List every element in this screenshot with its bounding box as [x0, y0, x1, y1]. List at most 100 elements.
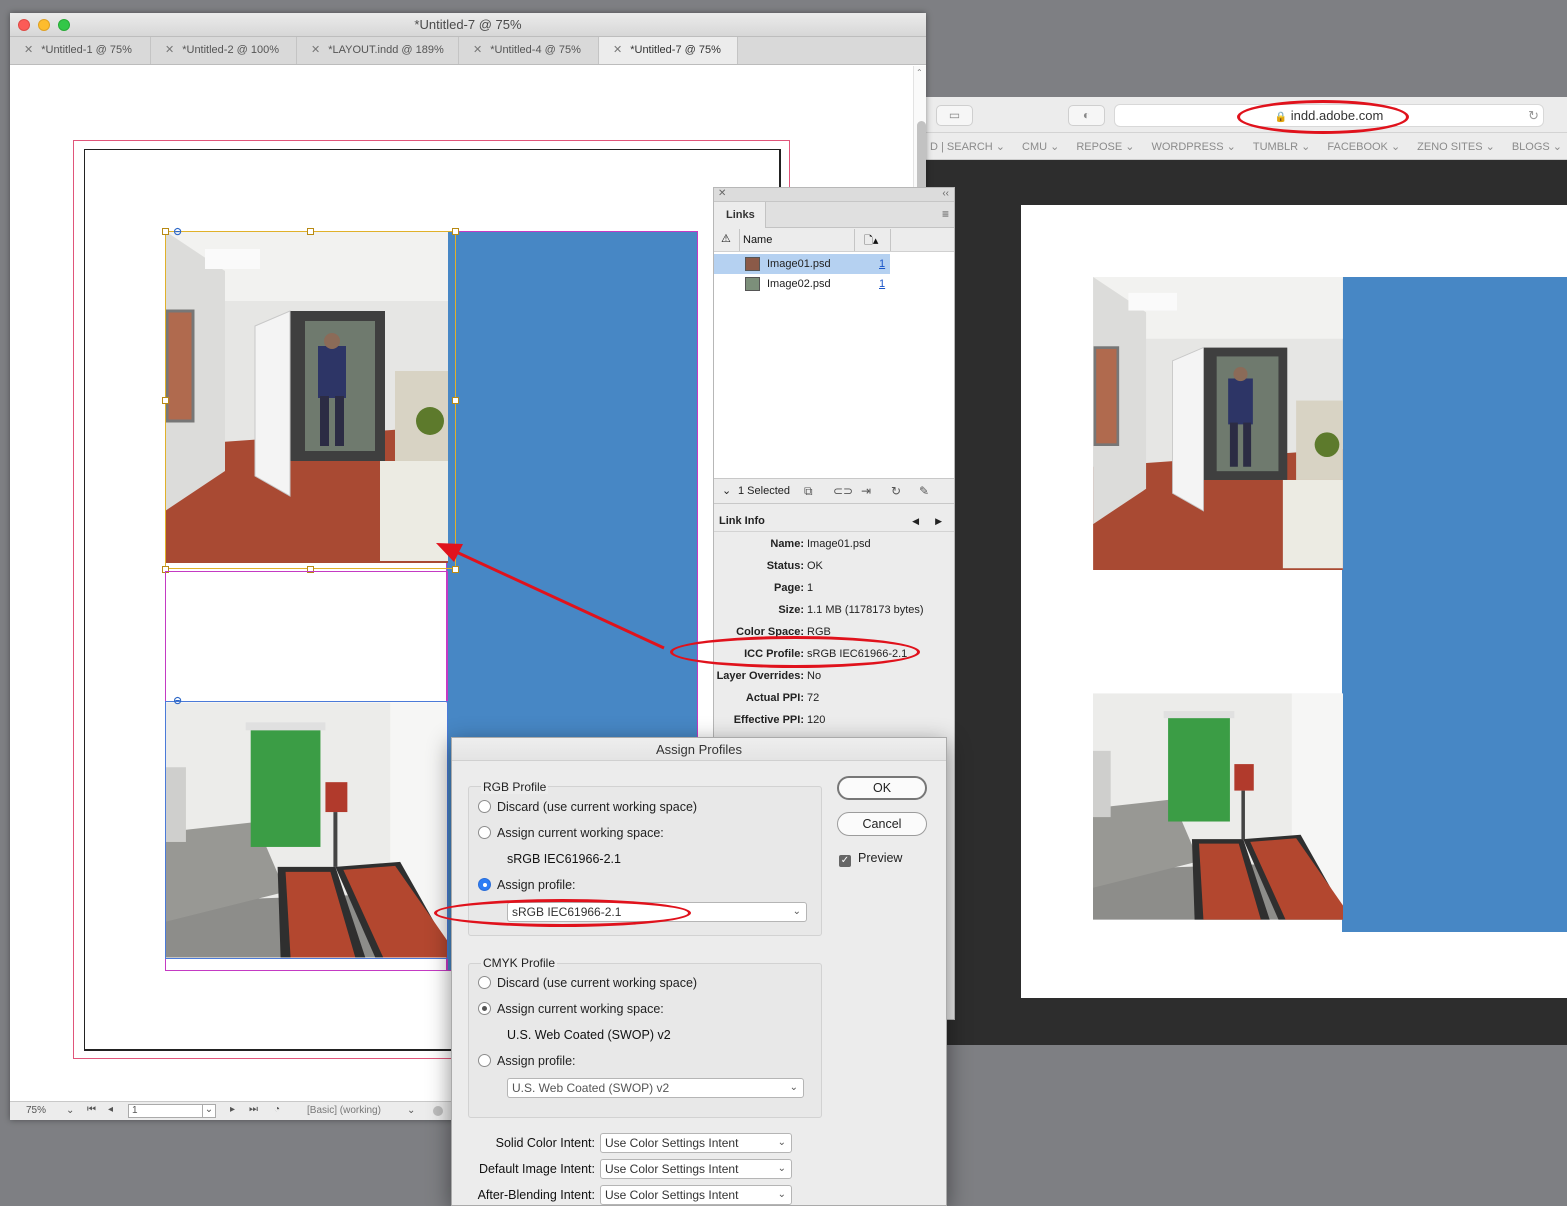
rgb-assign-profile-radio[interactable]: Assign profile:	[478, 878, 576, 892]
close-icon[interactable]: ✕	[473, 44, 482, 56]
scroll-up-icon[interactable]: ⌃	[916, 68, 923, 77]
bookmark-item[interactable]: TUMBLR ⌄	[1253, 140, 1311, 153]
close-window-button[interactable]	[18, 19, 30, 31]
selection-bounding-box[interactable]	[165, 231, 456, 569]
preflight-profile[interactable]: [Basic] (working)	[307, 1105, 381, 1116]
radio-label: Discard (use current working space)	[497, 976, 698, 990]
bookmark-item[interactable]: BLOGS ⌄	[1512, 140, 1562, 153]
page-column-icon[interactable]: 🗋▴	[864, 232, 878, 251]
close-icon[interactable]: ✕	[165, 44, 174, 56]
info-value: 1.1 MB (1178173 bytes)	[807, 604, 924, 616]
list-item[interactable]: Image02.psd 1	[714, 274, 890, 294]
cmyk-assign-current-radio[interactable]: Assign current working space:	[478, 1002, 664, 1016]
selection-bar: ⌄ 1 Selected ⧉ ⊂⊃ ⇥ ↻ ✎	[714, 478, 954, 504]
bookmark-item[interactable]: CMU ⌄	[1022, 140, 1059, 153]
resize-handle[interactable]	[162, 397, 169, 404]
info-row: Layer Overrides: No	[714, 665, 954, 687]
tab-label: *Untitled-7 @ 75%	[630, 44, 721, 56]
default-image-intent-select[interactable]: Use Color Settings Intent ⌄	[600, 1159, 792, 1179]
bookmark-item[interactable]: WORDPRESS ⌄	[1151, 140, 1235, 153]
last-page-icon[interactable]: ⏭	[249, 1104, 258, 1115]
previous-page-icon[interactable]: ◂	[108, 1104, 113, 1115]
resize-handle[interactable]	[452, 228, 459, 235]
close-icon[interactable]: ✕	[718, 188, 726, 199]
bookmark-item[interactable]: REPOSE ⌄	[1076, 140, 1134, 153]
radio-icon[interactable]	[478, 1054, 491, 1067]
tab-label: *LAYOUT.indd @ 189%	[328, 44, 444, 56]
next-page-icon[interactable]: ▸	[230, 1104, 235, 1115]
chevron-down-icon[interactable]: ⌄	[202, 1104, 215, 1118]
bookmark-item[interactable]: D | SEARCH ⌄	[930, 140, 1005, 153]
resize-handle[interactable]	[162, 228, 169, 235]
reload-icon[interactable]: ↻	[1528, 108, 1539, 124]
radio-icon[interactable]	[478, 878, 491, 891]
column-divider	[854, 229, 855, 251]
column-name-label[interactable]: Name	[743, 234, 772, 246]
link-name: Image01.psd	[767, 258, 831, 270]
radio-icon[interactable]	[478, 800, 491, 813]
zoom-window-button[interactable]	[58, 19, 70, 31]
resize-handle[interactable]	[452, 397, 459, 404]
collapse-icon[interactable]: ‹‹	[942, 188, 949, 199]
close-icon[interactable]: ✕	[24, 44, 33, 56]
next-link-icon[interactable]: ▶	[935, 510, 942, 532]
close-icon[interactable]: ✕	[613, 44, 622, 56]
edit-original-icon[interactable]: ✎	[919, 479, 929, 503]
preview-checkbox[interactable]: ✓ Preview	[839, 851, 902, 867]
zoom-level[interactable]: 75%	[26, 1105, 46, 1116]
rgb-assign-current-radio[interactable]: Assign current working space:	[478, 826, 664, 840]
go-to-link-icon[interactable]: ⇥	[861, 479, 871, 503]
previous-link-icon[interactable]: ◀	[912, 510, 919, 532]
radio-icon[interactable]	[478, 826, 491, 839]
browser-window: ▭ ◐ 🔒 indd.adobe.com ↻ D | SEARCH ⌄ CMU …	[926, 97, 1567, 1045]
show-hide-icon[interactable]: ⧉	[804, 479, 813, 503]
bookmark-item[interactable]: ZENO SITES ⌄	[1417, 140, 1495, 153]
minimize-window-button[interactable]	[38, 19, 50, 31]
default-image-intent-row: Default Image Intent: Use Color Settings…	[452, 1159, 946, 1181]
resize-handle[interactable]	[452, 566, 459, 573]
tab-untitled-7[interactable]: ✕ *Untitled-7 @ 75%	[599, 37, 738, 64]
chevron-down-icon[interactable]: ⌄	[407, 1105, 415, 1116]
rgb-discard-radio[interactable]: Discard (use current working space)	[478, 800, 697, 814]
warning-icon[interactable]: ⚠	[721, 232, 731, 245]
cmyk-assign-profile-radio[interactable]: Assign profile:	[478, 1054, 576, 1068]
page-number-field[interactable]: 1 ⌄	[128, 1104, 216, 1118]
checkmark-icon[interactable]: ✓	[839, 855, 851, 867]
cancel-button[interactable]: Cancel	[837, 812, 927, 836]
first-page-icon[interactable]: ⏮	[87, 1104, 96, 1115]
relink-icon[interactable]: ⊂⊃	[833, 479, 853, 503]
after-blending-intent-select[interactable]: Use Color Settings Intent ⌄	[600, 1185, 792, 1205]
tab-layout[interactable]: ✕ *LAYOUT.indd @ 189%	[297, 37, 459, 64]
ok-button[interactable]: OK	[837, 776, 927, 800]
chevron-down-icon[interactable]: ⌄	[66, 1105, 74, 1116]
panel-menu-icon[interactable]: ≡	[942, 207, 949, 221]
link-page[interactable]: 1	[879, 274, 885, 294]
resize-handle[interactable]	[307, 228, 314, 235]
privacy-shield-button[interactable]: ◐	[1068, 105, 1105, 126]
close-icon[interactable]: ✕	[311, 44, 320, 56]
tab-untitled-4[interactable]: ✕ *Untitled-4 @ 75%	[459, 37, 599, 64]
solid-color-intent-select[interactable]: Use Color Settings Intent ⌄	[600, 1133, 792, 1153]
cmyk-discard-radio[interactable]: Discard (use current working space)	[478, 976, 697, 990]
sidebar-toggle-button[interactable]: ▭	[936, 105, 973, 126]
assign-profiles-dialog: Assign Profiles RGB Profile Discard (use…	[434, 737, 947, 1206]
info-value: OK	[807, 560, 823, 572]
link-page[interactable]: 1	[879, 254, 885, 274]
tab-untitled-2[interactable]: ✕ *Untitled-2 @ 100%	[151, 37, 297, 64]
after-blending-intent-row: After-Blending Intent: Use Color Setting…	[452, 1185, 946, 1206]
tab-untitled-1[interactable]: ✕ *Untitled-1 @ 75%	[10, 37, 151, 64]
update-link-icon[interactable]: ↻	[891, 479, 901, 503]
chevron-down-icon[interactable]: ⌄	[722, 479, 731, 503]
cmyk-profile-select[interactable]: U.S. Web Coated (SWOP) v2 ⌄	[507, 1078, 804, 1098]
radio-icon[interactable]	[478, 976, 491, 989]
intent-label: After-Blending Intent:	[477, 1188, 595, 1202]
open-page-icon[interactable]: ◔	[274, 1104, 280, 1115]
radio-icon[interactable]	[478, 1002, 491, 1015]
page-number-value: 1	[132, 1105, 138, 1116]
sidebar-icon: ▭	[948, 108, 961, 122]
rgb-group-title: RGB Profile	[481, 780, 549, 794]
bookmarks-bar: D | SEARCH ⌄ CMU ⌄ REPOSE ⌄ WORDPRESS ⌄ …	[926, 133, 1567, 160]
bookmark-item[interactable]: FACEBOOK ⌄	[1327, 140, 1400, 153]
tab-links[interactable]: Links	[714, 202, 766, 228]
list-item[interactable]: Image01.psd 1	[714, 254, 890, 274]
